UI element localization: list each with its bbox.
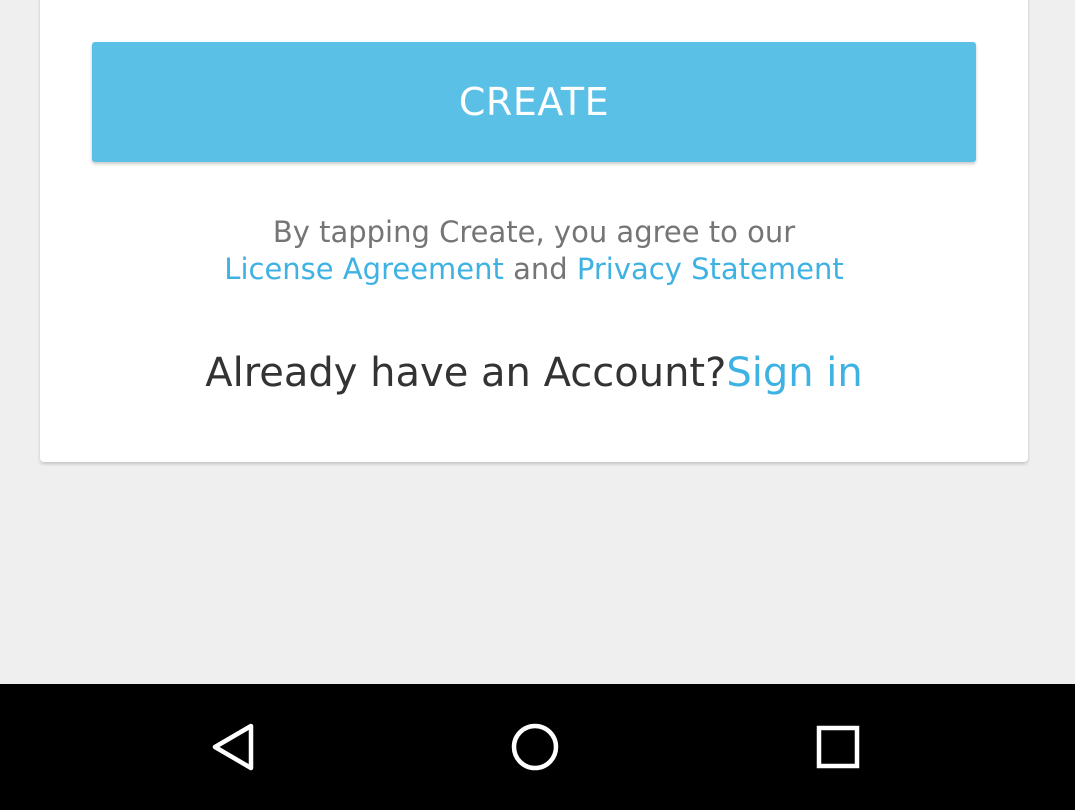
home-button[interactable]: [505, 717, 565, 777]
recents-icon: [816, 725, 860, 769]
create-button[interactable]: CREATE: [92, 42, 976, 162]
terms-notice: By tapping Create, you agree to our Lice…: [40, 214, 1028, 288]
back-button[interactable]: [203, 717, 263, 777]
license-agreement-link[interactable]: License Agreement: [224, 252, 504, 286]
terms-prefix: By tapping Create, you agree to our: [272, 215, 796, 249]
back-icon: [212, 723, 254, 771]
signin-row: Already have an Account?Sign in: [40, 350, 1028, 396]
screen: CREATE By tapping Create, you agree to o…: [0, 0, 1075, 810]
account-prompt: Already have an Account?: [205, 350, 727, 396]
privacy-statement-link[interactable]: Privacy Statement: [577, 252, 844, 286]
terms-links-line: License Agreement and Privacy Statement: [40, 251, 1028, 288]
home-icon: [511, 723, 559, 771]
create-button-label: CREATE: [458, 80, 610, 124]
signup-card: CREATE By tapping Create, you agree to o…: [40, 0, 1028, 462]
sign-in-link[interactable]: Sign in: [726, 350, 862, 396]
terms-and-text: and: [513, 252, 568, 286]
system-navigation-bar: [0, 684, 1075, 810]
recents-button[interactable]: [808, 717, 868, 777]
